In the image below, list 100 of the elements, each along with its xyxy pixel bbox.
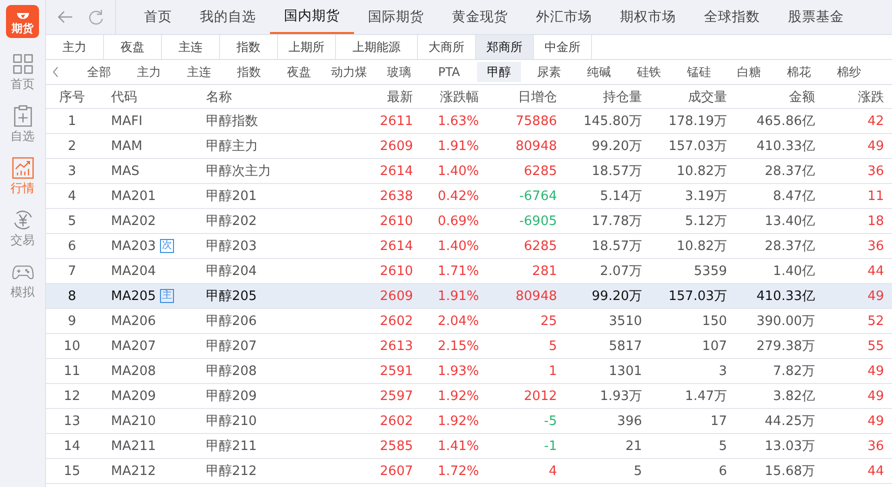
table-cell: 甲醇202 bbox=[206, 214, 257, 229]
nav-tab[interactable]: 黄金现货 bbox=[438, 0, 522, 34]
exchange-tab[interactable]: 郑商所 bbox=[476, 35, 534, 59]
product-tab[interactable]: 指数 bbox=[224, 62, 274, 82]
table-cell: 2.15% bbox=[438, 338, 479, 354]
table-cell: 13.40亿 bbox=[764, 214, 815, 229]
nav-tab[interactable]: 国际期货 bbox=[354, 0, 438, 34]
product-tab[interactable]: 主力 bbox=[124, 62, 174, 82]
product-tab[interactable]: PTA bbox=[424, 62, 474, 82]
column-header[interactable]: 涨跌幅 bbox=[413, 88, 479, 106]
column-header[interactable]: 成交量 bbox=[642, 88, 727, 106]
table-cell: 17 bbox=[710, 414, 727, 428]
nav-tab[interactable]: 国内期货 bbox=[270, 0, 354, 34]
exchange-tab[interactable]: 主连 bbox=[162, 35, 220, 59]
table-cell: 3.82亿 bbox=[773, 389, 815, 404]
table-row[interactable]: 8 MA205 主 甲醇205 2609 1.91% 80948 99.20万 157.03万 410.33亿 49 bbox=[46, 284, 892, 309]
table-cell: 279.38万 bbox=[756, 339, 815, 354]
table-cell: 4 bbox=[68, 188, 76, 204]
product-tab[interactable]: 棉花 bbox=[774, 62, 824, 82]
exchange-tab[interactable]: 主力 bbox=[46, 35, 104, 59]
table-cell: 281 bbox=[532, 264, 557, 278]
exchange-tab[interactable]: 上期所 bbox=[278, 35, 336, 59]
table-cell: -5 bbox=[544, 414, 557, 428]
table-row[interactable]: 9 MA206 甲醇206 2602 2.04% 25 3510 150 390.00万 52 bbox=[46, 309, 892, 334]
table-cell: 甲醇203 bbox=[206, 239, 257, 254]
table-cell: 145.80万 bbox=[584, 114, 642, 129]
nav-tab[interactable]: 期权市场 bbox=[606, 0, 690, 34]
logo-text: 期货 bbox=[12, 22, 34, 35]
table-row[interactable]: 15 MA212 甲醇212 2607 1.72% 4 5 6 15.68万 44 bbox=[46, 459, 892, 484]
product-tab[interactable]: 纯碱 bbox=[574, 62, 624, 82]
exchange-tab[interactable]: 中金所 bbox=[534, 35, 592, 59]
table-row[interactable]: 10 MA207 甲醇207 2613 2.15% 5 5817 107 279.38万 55 bbox=[46, 334, 892, 359]
table-row[interactable]: 6 MA203 次 甲醇203 2614 1.40% 6285 18.57万 10.82万 28.37亿 36 bbox=[46, 234, 892, 259]
product-tab[interactable]: 玻璃 bbox=[374, 62, 424, 82]
nav-tab[interactable]: 我的自选 bbox=[186, 0, 270, 34]
product-tab[interactable]: 硅铁 bbox=[624, 62, 674, 82]
product-tab[interactable]: 动力煤 bbox=[324, 62, 374, 82]
table-cell: 13.03万 bbox=[764, 439, 815, 454]
product-tab[interactable]: 主连 bbox=[174, 62, 224, 82]
table-row[interactable]: 11 MA208 甲醇208 2591 1.93% 1 1301 3 7.82万 49 bbox=[46, 359, 892, 384]
table-cell: 9 bbox=[68, 314, 76, 328]
table-cell: 99.20万 bbox=[592, 289, 642, 304]
table-cell: 8.47亿 bbox=[773, 189, 815, 204]
nav-tab[interactable]: 股票基金 bbox=[774, 0, 858, 34]
table-cell: 75886 bbox=[516, 114, 557, 128]
table-cell: 2610 bbox=[380, 214, 413, 228]
table-row[interactable]: 14 MA211 甲醇211 2585 1.41% -1 21 5 13.03万 36 bbox=[46, 434, 892, 459]
table-row[interactable]: 3 MAS 甲醇次主力 2614 1.40% 6285 18.57万 10.82万 28.37亿 36 bbox=[46, 159, 892, 184]
contract-badge: 主 bbox=[160, 289, 174, 303]
nav-tab[interactable]: 首页 bbox=[130, 0, 186, 34]
table-row[interactable]: 5 MA202 甲醇202 2610 0.69% -6905 17.78万 5.12万 13.40亿 18 bbox=[46, 209, 892, 234]
table-row[interactable]: 1 MAFI 甲醇指数 2611 1.63% 75886 145.80万 178.19万 465.86亿 42 bbox=[46, 109, 892, 134]
table-cell: 28.37亿 bbox=[764, 239, 815, 254]
column-header[interactable]: 金额 bbox=[727, 88, 815, 106]
refresh-icon[interactable] bbox=[86, 8, 105, 26]
table-row[interactable]: 13 MA210 甲醇210 2602 1.92% -5 396 17 44.25万 49 bbox=[46, 409, 892, 434]
table-cell: MA212 bbox=[111, 464, 156, 478]
column-header[interactable]: 名称 bbox=[206, 88, 336, 106]
table-cell: 390.00万 bbox=[756, 314, 815, 329]
table-cell: -6905 bbox=[519, 214, 557, 228]
product-tab[interactable]: 白糖 bbox=[724, 62, 774, 82]
column-header[interactable]: 最新 bbox=[336, 88, 413, 106]
table-cell: 465.86亿 bbox=[756, 114, 815, 129]
table-cell: 44.25万 bbox=[764, 414, 815, 429]
chevron-left-icon[interactable] bbox=[52, 65, 60, 79]
table-cell: 10 bbox=[64, 338, 80, 354]
product-tab[interactable]: 锰硅 bbox=[674, 62, 724, 82]
table-cell: 1.93万 bbox=[600, 389, 642, 404]
column-header[interactable]: 代码 bbox=[98, 88, 206, 106]
table-cell: 5 bbox=[718, 438, 727, 454]
column-header[interactable]: 序号 bbox=[46, 88, 98, 106]
product-tab[interactable]: 尿素 bbox=[524, 62, 574, 82]
table-cell: 1.93% bbox=[438, 364, 479, 378]
exchange-tab[interactable]: 指数 bbox=[220, 35, 278, 59]
column-header[interactable]: 日增仓 bbox=[479, 88, 557, 106]
table-cell: 107 bbox=[702, 338, 727, 354]
exchange-tab[interactable]: 夜盘 bbox=[104, 35, 162, 59]
table-cell: 6285 bbox=[524, 164, 557, 178]
table-cell: -6764 bbox=[519, 188, 557, 204]
nav-tab[interactable]: 外汇市场 bbox=[522, 0, 606, 34]
table-cell: 21 bbox=[625, 438, 642, 454]
table-cell: 18.57万 bbox=[592, 239, 642, 254]
column-header[interactable]: 持仓量 bbox=[557, 88, 642, 106]
product-tab[interactable]: 甲醇 bbox=[477, 62, 521, 82]
nav-tab[interactable]: 全球指数 bbox=[690, 0, 774, 34]
product-tab[interactable]: 棉纱 bbox=[824, 62, 874, 82]
table-row[interactable]: 12 MA209 甲醇209 2597 1.92% 2012 1.93万 1.47万 3.82亿 49 bbox=[46, 384, 892, 409]
table-cell: 52 bbox=[867, 314, 884, 328]
table-cell: MA203 bbox=[111, 238, 156, 254]
exchange-tab[interactable]: 上期能源 bbox=[336, 35, 418, 59]
column-header[interactable]: 涨跌 bbox=[815, 88, 884, 106]
product-tab[interactable]: 夜盘 bbox=[274, 62, 324, 82]
table-cell: 2.04% bbox=[438, 314, 479, 328]
table-cell: 150 bbox=[702, 314, 727, 328]
table-row[interactable]: 4 MA201 甲醇201 2638 0.42% -6764 5.14万 3.19万 8.47亿 11 bbox=[46, 184, 892, 209]
product-tab[interactable]: 全部 bbox=[74, 62, 124, 82]
table-row[interactable]: 2 MAM 甲醇主力 2609 1.91% 80948 99.20万 157.03万 410.33亿 49 bbox=[46, 134, 892, 159]
table-cell: 1.40亿 bbox=[773, 264, 815, 279]
table-cell: 18.57万 bbox=[592, 164, 642, 179]
table-cell: 14 bbox=[64, 438, 80, 454]
